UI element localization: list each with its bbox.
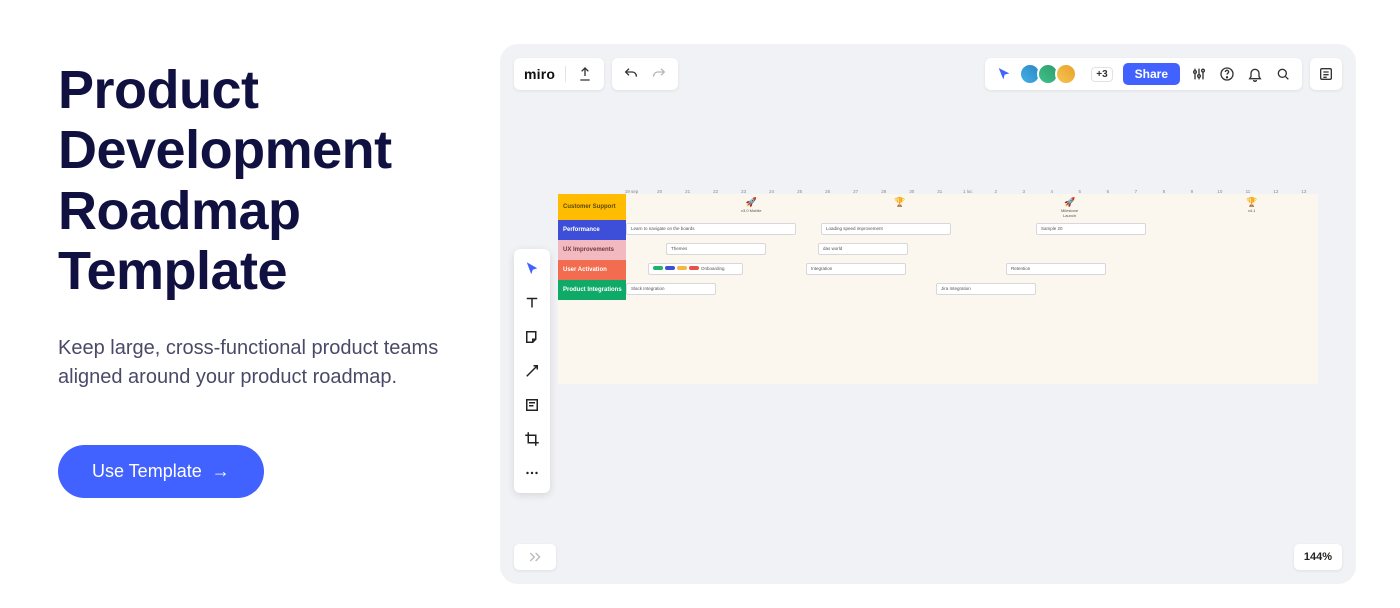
- crop-tool-icon[interactable]: [520, 427, 544, 451]
- arrow-right-icon: →: [212, 461, 230, 482]
- chevrons-icon: [526, 548, 544, 566]
- avatar-stack[interactable]: [1023, 63, 1077, 85]
- subcopy: Keep large, cross-functional product tea…: [58, 334, 448, 393]
- swimlane-body[interactable]: Learn to navigate on the boards Loading s…: [626, 220, 1318, 240]
- sticky-tool-icon[interactable]: [520, 325, 544, 349]
- roadmap-canvas[interactable]: Customer Support 🚀v3.0 Mobile 🏆 🚀Milestone…: [558, 194, 1318, 384]
- swimlane-label: User Activation: [558, 260, 626, 280]
- task-bar[interactable]: Jira Integration: [936, 283, 1036, 295]
- tool-sidebar: [514, 249, 550, 493]
- task-bar[interactable]: Learn to navigate on the boards: [626, 223, 796, 235]
- frame-tool-icon[interactable]: [520, 393, 544, 417]
- milestone-icon: 🚀v3.0 Mobile: [741, 197, 761, 213]
- task-bar[interactable]: Retention: [1006, 263, 1106, 275]
- task-bar[interactable]: das world: [818, 243, 908, 255]
- more-avatars-badge[interactable]: +3: [1091, 67, 1112, 82]
- topbar-left: miro: [514, 58, 678, 90]
- export-icon[interactable]: [576, 65, 594, 83]
- comment-list-icon: [1317, 65, 1335, 83]
- task-bar[interactable]: Onboarding: [648, 263, 743, 275]
- search-icon[interactable]: [1274, 65, 1292, 83]
- task-bar[interactable]: Sample 20: [1036, 223, 1146, 235]
- brand-panel: miro: [514, 58, 604, 90]
- date-ruler: 19 sep 20212223242526272830311 loc234567…: [558, 184, 1318, 194]
- connector-tool-icon[interactable]: [520, 359, 544, 383]
- bell-icon[interactable]: [1246, 65, 1264, 83]
- collab-panel: +3 Share: [985, 58, 1302, 90]
- bottom-left-panel[interactable]: [514, 544, 556, 570]
- cursor-icon[interactable]: [995, 65, 1013, 83]
- more-tools-icon[interactable]: [520, 461, 544, 485]
- task-bar[interactable]: Slack Integration: [626, 283, 716, 295]
- headline: Product Development Roadmap Template: [58, 60, 460, 302]
- swimlane-row: Product IntegrationsSlack Integration Jir…: [558, 280, 1318, 300]
- marketing-copy: Product Development Roadmap Template Kee…: [0, 0, 500, 608]
- avatar: [1055, 63, 1077, 85]
- milestone-icon: 🏆v4.1: [1246, 197, 1257, 213]
- use-template-button[interactable]: Use Template →: [58, 445, 264, 498]
- swimlane-body[interactable]: Slack Integration Jira Integration: [626, 280, 1318, 300]
- select-tool-icon[interactable]: [520, 257, 544, 281]
- settings-icon[interactable]: [1190, 65, 1208, 83]
- headline-l3: Roadmap: [58, 181, 301, 241]
- task-bar[interactable]: Themes: [666, 243, 766, 255]
- swimlane-label: UX Improvements: [558, 240, 626, 260]
- separator: [565, 66, 566, 82]
- milestone-row: 🚀v3.0 Mobile 🏆 🚀MilestoneLaunch 🏆v4.1: [626, 194, 1318, 220]
- share-button[interactable]: Share: [1123, 63, 1180, 85]
- lane-header-label: Customer Support: [558, 194, 626, 220]
- topbar-right: +3 Share: [985, 58, 1342, 90]
- swimlane-label: Performance: [558, 220, 626, 240]
- redo-icon[interactable]: [650, 65, 668, 83]
- task-bar[interactable]: Loading speed improvement: [821, 223, 951, 235]
- swimlane-body[interactable]: Themes das world: [626, 240, 1318, 260]
- swimlane-row: PerformanceLearn to navigate on the boar…: [558, 220, 1318, 240]
- undo-redo-panel: [612, 58, 678, 90]
- miro-board-frame: miro: [500, 44, 1356, 584]
- milestone-icon: 🏆: [894, 197, 905, 208]
- swimlane-body[interactable]: Onboarding Integration Retention: [626, 260, 1318, 280]
- cta-label: Use Template: [92, 461, 202, 482]
- swimlane-row: User Activation Onboarding Integration Rete…: [558, 260, 1318, 280]
- headline-l1: Product: [58, 60, 259, 120]
- text-tool-icon[interactable]: [520, 291, 544, 315]
- zoom-indicator[interactable]: 144%: [1294, 544, 1342, 570]
- milestone-icon: 🚀MilestoneLaunch: [1061, 197, 1078, 218]
- miro-logo: miro: [524, 66, 555, 82]
- task-bar[interactable]: Integration: [806, 263, 906, 275]
- comments-panel[interactable]: [1310, 58, 1342, 90]
- undo-icon[interactable]: [622, 65, 640, 83]
- lane-header: Customer Support 🚀v3.0 Mobile 🏆 🚀Milestone…: [558, 194, 1318, 220]
- swimlane-label: Product Integrations: [558, 280, 626, 300]
- headline-l4: Template: [58, 241, 287, 301]
- swimlane-row: UX Improvements Themes das world: [558, 240, 1318, 260]
- app-preview-column: miro: [500, 0, 1400, 608]
- help-icon[interactable]: [1218, 65, 1236, 83]
- headline-l2: Development: [58, 120, 392, 180]
